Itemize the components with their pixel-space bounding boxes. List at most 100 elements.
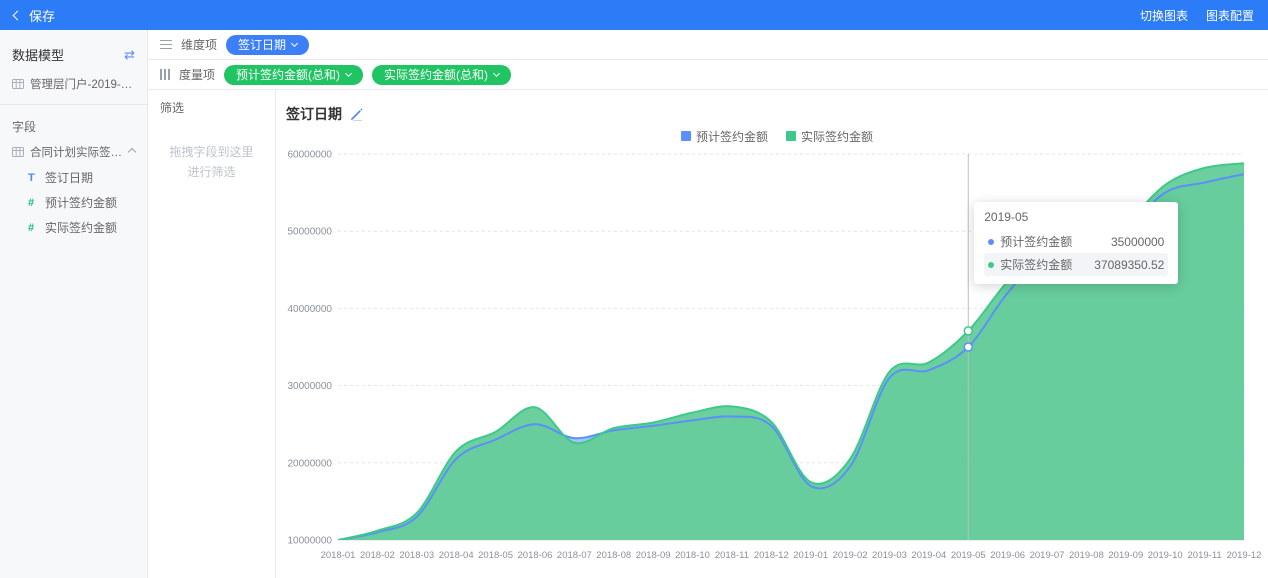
tooltip-series-value: 37089350.52 [1078, 258, 1164, 272]
y-tick-label: 20000000 [288, 458, 333, 469]
edit-pencil-icon[interactable] [350, 107, 364, 121]
x-tick-label: 2018-10 [675, 550, 710, 561]
back-icon [13, 10, 23, 20]
app-window: 保存 切换图表 图表配置 数据模型 ⇄ 管理层门户-2019-12-10 … 字… [0, 0, 1268, 578]
tooltip-series-name: 预计签约金额 [1000, 233, 1072, 250]
main-area: 数据模型 ⇄ 管理层门户-2019-12-10 … 字段 合同计划实际签约金额 … [0, 30, 1268, 578]
x-tick-label: 2019-10 [1148, 550, 1183, 561]
content-area: 维度项 签订日期 度量项 预计签约金额(总和) 实际签约金额(总和) [148, 30, 1268, 578]
filter-dropzone[interactable]: 拖拽字段到这里 进行筛选 [160, 142, 263, 182]
tooltip-title: 2019-05 [984, 210, 1168, 224]
tooltip-series-value: 35000000 [1095, 235, 1164, 249]
field-group[interactable]: 合同计划实际签约金额 [0, 139, 147, 165]
filter-placeholder-line1: 拖拽字段到这里 [160, 142, 263, 162]
tooltip-dot-icon [988, 239, 994, 245]
x-tick-label: 2018-09 [636, 550, 671, 561]
save-label: 保存 [29, 6, 55, 25]
tooltip-dot-icon [988, 262, 994, 268]
y-tick-label: 60000000 [288, 150, 333, 161]
tooltip-row-expected: 预计签约金额 35000000 [984, 230, 1168, 253]
y-tick-label: 40000000 [288, 304, 333, 315]
field-item-expected-amount[interactable]: # 预计签约金额 [0, 190, 147, 215]
x-tick-label: 2019-12 [1227, 550, 1262, 561]
y-tick-label: 10000000 [288, 536, 333, 547]
pill-label: 签订日期 [238, 38, 286, 52]
legend-item-actual[interactable]: 实际签约金额 [786, 128, 873, 145]
legend-label: 实际签约金额 [801, 128, 873, 145]
field-type-number-icon: # [28, 222, 38, 234]
chart-legend: 预计签约金额 实际签约金额 [286, 126, 1268, 146]
tooltip-series-name: 实际签约金额 [1000, 256, 1072, 273]
dimension-icon [160, 40, 172, 50]
field-label: 预计签约金额 [45, 194, 117, 211]
chevron-down-icon [345, 70, 352, 77]
legend-swatch-icon [681, 131, 691, 141]
x-tick-label: 2019-11 [1188, 550, 1222, 561]
legend-item-expected[interactable]: 预计签约金额 [681, 128, 768, 145]
topbar: 保存 切换图表 图表配置 [0, 0, 1268, 30]
filter-panel: 筛选 拖拽字段到这里 进行筛选 [148, 90, 276, 578]
fields-title: 字段 [0, 112, 147, 139]
chart-title-row: 签订日期 [286, 102, 1268, 126]
x-tick-label: 2018-02 [360, 550, 395, 561]
x-tick-label: 2019-02 [833, 550, 868, 561]
chevron-down-icon [291, 40, 298, 47]
y-tick-label: 50000000 [288, 227, 333, 238]
field-item-actual-amount[interactable]: # 实际签约金额 [0, 215, 147, 240]
measure-row: 度量项 预计签约金额(总和) 实际签约金额(总和) [148, 60, 1268, 90]
topbar-actions: 切换图表 图表配置 [1140, 7, 1254, 24]
filter-title: 筛选 [160, 99, 263, 116]
measure-pill-actual[interactable]: 实际签约金额(总和) [372, 65, 511, 85]
field-group-label: 合同计划实际签约金额 [30, 144, 123, 160]
field-type-number-icon: # [28, 197, 38, 209]
back-save-button[interactable]: 保存 [14, 6, 55, 25]
chart-tooltip: 2019-05 预计签约金额 35000000 实际签约金额 37089350.… [974, 202, 1178, 284]
field-label: 实际签约金额 [45, 219, 117, 236]
chevron-down-icon [493, 70, 500, 77]
switch-chart-button[interactable]: 切换图表 [1140, 7, 1188, 24]
collapse-chevron-icon[interactable] [128, 148, 136, 156]
x-tick-label: 2018-08 [596, 550, 631, 561]
sidebar: 数据模型 ⇄ 管理层门户-2019-12-10 … 字段 合同计划实际签约金额 … [0, 30, 148, 578]
sync-icon[interactable]: ⇄ [124, 48, 135, 61]
field-label: 签订日期 [45, 169, 93, 186]
x-tick-label: 2018-04 [439, 550, 474, 561]
hover-marker-0 [964, 343, 972, 351]
field-item-date[interactable]: T 签订日期 [0, 165, 147, 190]
measure-pill-expected[interactable]: 预计签约金额(总和) [224, 65, 363, 85]
measure-icon [160, 69, 170, 80]
legend-label: 预计签约金额 [696, 128, 768, 145]
chart-title: 签订日期 [286, 104, 342, 124]
data-model-header: 数据模型 ⇄ [0, 38, 147, 71]
x-tick-label: 2018-12 [754, 550, 789, 561]
x-tick-label: 2018-05 [478, 550, 513, 561]
data-model-item-label: 管理层门户-2019-12-10 … [30, 76, 135, 92]
x-tick-label: 2018-01 [321, 550, 356, 561]
x-tick-label: 2019-05 [951, 550, 986, 561]
measure-label: 度量项 [179, 66, 215, 83]
filter-placeholder-line2: 进行筛选 [160, 162, 263, 182]
dimension-pill-date[interactable]: 签订日期 [226, 35, 309, 55]
x-tick-label: 2019-07 [1030, 550, 1065, 561]
table-icon [12, 78, 24, 90]
data-model-item[interactable]: 管理层门户-2019-12-10 … [0, 71, 147, 97]
y-tick-label: 30000000 [288, 381, 333, 392]
chart-config-button[interactable]: 图表配置 [1206, 7, 1254, 24]
x-tick-label: 2019-03 [872, 550, 907, 561]
x-tick-label: 2018-03 [399, 550, 434, 561]
hover-marker-1 [964, 327, 972, 335]
field-type-text-icon: T [28, 172, 38, 184]
sidebar-divider [0, 104, 147, 105]
dimension-label: 维度项 [181, 36, 217, 53]
x-tick-label: 2019-09 [1108, 550, 1143, 561]
x-tick-label: 2019-08 [1069, 550, 1104, 561]
x-tick-label: 2018-07 [557, 550, 592, 561]
tooltip-row-actual: 实际签约金额 37089350.52 [984, 253, 1168, 276]
x-tick-label: 2019-06 [990, 550, 1025, 561]
table-icon [12, 146, 24, 158]
lower-area: 筛选 拖拽字段到这里 进行筛选 签订日期 [148, 90, 1268, 578]
x-tick-label: 2019-04 [911, 550, 946, 561]
x-tick-label: 2019-01 [793, 550, 828, 561]
legend-swatch-icon [786, 131, 796, 141]
x-tick-label: 2018-11 [715, 550, 749, 561]
